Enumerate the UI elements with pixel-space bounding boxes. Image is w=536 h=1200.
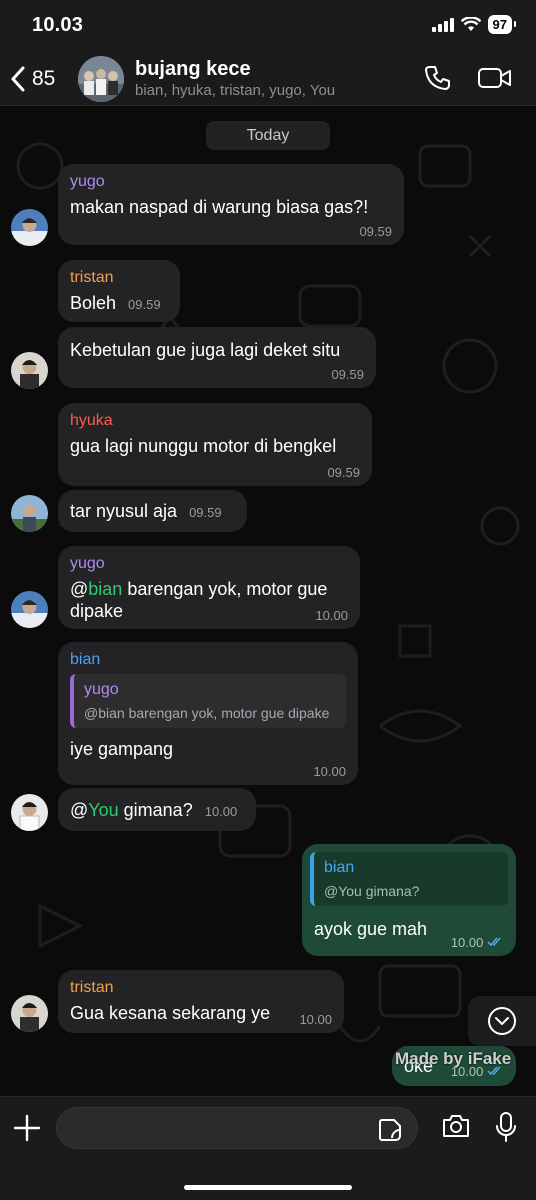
message-content: gimana? — [118, 800, 193, 820]
message-meta: 10.00 — [451, 935, 504, 950]
mention-link[interactable]: bian — [88, 579, 122, 599]
quoted-message[interactable]: bian @You gimana? — [310, 852, 508, 906]
status-time: 10.03 — [32, 14, 84, 36]
sender-name: tristan — [70, 269, 114, 286]
sticker-icon — [379, 1119, 401, 1141]
video-camera-icon — [478, 68, 511, 88]
message-bubble[interactable]: @You gimana? 10.00 — [58, 788, 256, 831]
avatar-tristan[interactable] — [11, 352, 48, 389]
message-text: tar nyusul aja 09.59 — [70, 500, 235, 524]
quoted-sender: bian — [324, 859, 355, 876]
voice-message-button[interactable] — [494, 1111, 518, 1148]
message-time: 10.00 — [204, 804, 238, 819]
message-bubble[interactable]: yugo @bian barengan yok, motor gue dipak… — [58, 546, 360, 629]
message-text: gua lagi nunggu motor di bengkel — [70, 436, 337, 456]
chevron-down-circle-icon — [488, 1007, 516, 1035]
group-name[interactable]: bujang kece — [135, 58, 251, 81]
message-bubble[interactable]: yugo makan naspad di warung biasa gas?! … — [58, 164, 404, 245]
quoted-text: @bian barengan yok, motor gue dipake — [84, 705, 330, 721]
avatar-hyuka[interactable] — [11, 495, 48, 532]
message-time: 10.00 — [450, 935, 484, 950]
mention-at: @ — [70, 579, 89, 599]
back-button[interactable]: 85 — [10, 62, 55, 96]
message-time: 10.00 — [315, 608, 348, 623]
phone-icon — [425, 66, 450, 90]
message-text: @You gimana? 10.00 — [70, 799, 244, 823]
message-text: Gua kesana sekarang ye — [70, 1003, 271, 1023]
message-time: 09.59 — [189, 505, 222, 520]
message-text: iye gampang — [70, 739, 174, 759]
avatar-yugo[interactable] — [11, 591, 48, 628]
message-content: barengan yok, motor gue — [122, 579, 328, 599]
status-icons: 97 — [431, 15, 517, 34]
sender-name: hyuka — [70, 412, 113, 429]
status-bar: 10.03 97 — [0, 0, 536, 52]
sender-name: bian — [70, 651, 101, 668]
avatar-yugo[interactable] — [11, 209, 48, 246]
message-time: 09.59 — [128, 297, 161, 312]
quoted-sender: yugo — [84, 681, 119, 698]
message-bubble[interactable]: tristan Gua kesana sekarang ye 10.00 — [58, 970, 344, 1033]
outgoing-message-bubble[interactable]: bian @You gimana? ayok gue mah 10.00 — [302, 844, 516, 956]
message-bubble[interactable]: tar nyusul aja 09.59 — [58, 490, 247, 532]
call-button[interactable] — [424, 64, 452, 97]
chevron-left-icon — [11, 66, 25, 92]
watermark: Made by iFake — [395, 1049, 512, 1068]
battery-indicator: 97 — [487, 15, 517, 34]
signal-icon — [431, 17, 454, 32]
message-bubble[interactable]: bian yugo @bian barengan yok, motor gue … — [58, 642, 358, 785]
message-text: Boleh 09.59 — [70, 292, 168, 316]
message-time: 09.59 — [359, 224, 392, 239]
chat-header: 85 bujang kece bian, hyuka, tristan, yug… — [0, 52, 536, 106]
message-time: 09.59 — [327, 465, 360, 480]
microphone-icon — [496, 1112, 516, 1142]
message-bubble[interactable]: hyuka gua lagi nunggu motor di bengkel 0… — [58, 403, 372, 486]
message-text: makan naspad di warung biasa gas?! — [70, 197, 369, 217]
message-text: @bian barengan yok, motor gue — [70, 578, 348, 600]
sender-name: yugo — [70, 173, 105, 190]
sender-name: tristan — [70, 979, 114, 996]
wifi-icon — [460, 17, 481, 31]
message-bubble[interactable]: tristan Boleh 09.59 — [58, 260, 180, 322]
attach-button[interactable] — [12, 1113, 42, 1148]
date-chip: Today — [206, 121, 330, 150]
message-text-line2: dipake — [70, 601, 124, 621]
scroll-to-bottom-button[interactable] — [468, 996, 536, 1046]
mention-link[interactable]: You — [88, 800, 118, 820]
sender-name: yugo — [70, 555, 105, 572]
camera-button[interactable] — [441, 1113, 471, 1144]
message-input-bar — [0, 1096, 536, 1200]
avatar-tristan[interactable] — [11, 995, 48, 1032]
double-check-icon — [487, 937, 501, 947]
message-time: 09.59 — [331, 367, 364, 382]
sticker-button[interactable] — [378, 1118, 402, 1147]
group-avatar[interactable] — [78, 56, 124, 102]
message-time: 10.00 — [299, 1012, 332, 1027]
quoted-message[interactable]: yugo @bian barengan yok, motor gue dipak… — [70, 674, 346, 728]
mention-at: @ — [70, 800, 89, 820]
group-members[interactable]: bian, hyuka, tristan, yugo, You — [135, 82, 335, 99]
message-time: 10.00 — [313, 764, 346, 779]
avatar-bian[interactable] — [11, 794, 48, 831]
message-bubble[interactable]: Kebetulan gue juga lagi deket situ 09.59 — [58, 327, 376, 388]
message-content: tar nyusul aja — [70, 501, 178, 521]
camera-icon — [443, 1115, 469, 1137]
message-input[interactable] — [56, 1107, 418, 1149]
home-indicator — [184, 1185, 352, 1190]
quoted-text: @You gimana? — [324, 883, 420, 899]
video-call-button[interactable] — [477, 66, 513, 95]
message-content: Boleh — [70, 293, 117, 313]
plus-icon — [13, 1114, 41, 1142]
message-text: Kebetulan gue juga lagi deket situ — [70, 340, 341, 360]
unread-count: 85 — [32, 67, 56, 90]
